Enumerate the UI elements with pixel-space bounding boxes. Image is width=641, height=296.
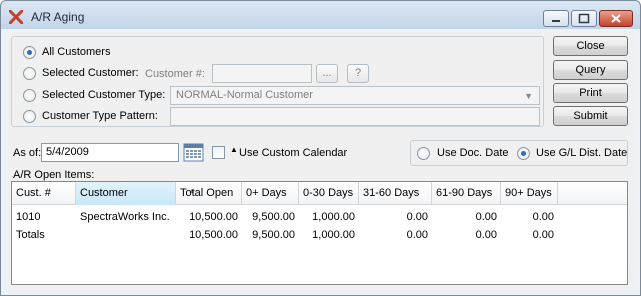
client-area: All Customers Selected Customer: Custome… <box>7 31 634 290</box>
customer-type-pattern-radio[interactable] <box>23 110 36 123</box>
minimize-icon <box>552 20 560 22</box>
app-x-icon <box>9 10 23 24</box>
as-of-date-input[interactable]: 5/4/2009 <box>41 143 179 162</box>
column-header-90-plus-days[interactable]: 90+ Days <box>501 182 558 205</box>
customer-type-combo[interactable]: NORMAL-Normal Customer ▼ <box>170 86 540 105</box>
cell-31-60-days: 0.00 <box>406 211 428 223</box>
use-gl-dist-date-label: Use G/L Dist. Date <box>536 147 628 159</box>
customer-type-pattern-label: Customer Type Pattern: <box>42 110 158 122</box>
ar-aging-window: A/R Aging All Customers Selected Custome… <box>0 0 641 296</box>
cell-90-plus-days: 0.00 <box>532 211 554 223</box>
cell-0-30-days: 1,000.00 <box>312 229 355 241</box>
table-header: Cust. # ▲ Customer Total Open 0+ Days 0-… <box>12 182 627 205</box>
customer-lookup-button[interactable]: ... <box>316 64 338 83</box>
all-customers-radio[interactable] <box>23 46 36 59</box>
use-doc-date-radio[interactable] <box>417 147 430 160</box>
cell-0-plus-days: 9,500.00 <box>252 211 295 223</box>
close-icon <box>611 14 621 23</box>
cell-0-plus-days: 9,500.00 <box>252 229 295 241</box>
caret-up-icon: ▲ <box>230 145 238 154</box>
cell-customer: SpectraWorks Inc. <box>80 211 170 223</box>
cell-90-plus-days: 0.00 <box>532 229 554 241</box>
column-header-customer-label: Customer <box>80 187 128 199</box>
use-gl-dist-date-radio[interactable] <box>517 147 530 160</box>
selected-customer-type-label: Selected Customer Type: <box>42 89 166 101</box>
use-doc-date-label: Use Doc. Date <box>437 147 509 159</box>
column-header-0-plus-days[interactable]: 0+ Days <box>242 182 299 205</box>
cell-total-open: 10,500.00 <box>189 229 238 241</box>
dropdown-arrow-icon: ▼ <box>524 91 533 101</box>
use-custom-calendar-label: Use Custom Calendar <box>239 147 348 159</box>
calendar-icon[interactable] <box>183 142 204 163</box>
open-items-table[interactable]: Cust. # ▲ Customer Total Open 0+ Days 0-… <box>11 181 628 285</box>
totals-row[interactable]: Totals 10,500.00 9,500.00 1,000.00 0.00 … <box>12 226 627 244</box>
maximize-button[interactable] <box>571 10 597 27</box>
selected-customer-radio[interactable] <box>23 67 36 80</box>
as-of-label: As of: <box>13 147 42 159</box>
customer-number-label: Customer #: <box>145 68 205 80</box>
column-header-cust-number[interactable]: Cust. # <box>12 182 76 205</box>
customer-number-field[interactable] <box>212 64 312 83</box>
date-basis-group: Use Doc. Date Use G/L Dist. Date <box>410 140 628 166</box>
minimize-button[interactable] <box>543 10 569 27</box>
maximize-icon <box>578 13 590 24</box>
title-bar: A/R Aging <box>1 1 640 31</box>
selected-customer-type-radio[interactable] <box>23 89 36 102</box>
customer-help-button[interactable]: ? <box>347 64 369 83</box>
cell-total-open: 10,500.00 <box>189 211 238 223</box>
query-button[interactable]: Query <box>553 60 628 80</box>
column-header-total-open[interactable]: Total Open <box>176 182 242 205</box>
customer-type-value: NORMAL-Normal Customer <box>176 89 313 101</box>
customer-selection-group: All Customers Selected Customer: Custome… <box>11 36 544 127</box>
cell-0-30-days: 1,000.00 <box>312 211 355 223</box>
selected-customer-label: Selected Customer: <box>42 67 139 79</box>
column-header-61-90-days[interactable]: 61-90 Days <box>432 182 501 205</box>
customer-type-pattern-field[interactable] <box>170 107 540 126</box>
cell-31-60-days: 0.00 <box>406 229 428 241</box>
submit-button[interactable]: Submit <box>553 106 628 126</box>
print-button[interactable]: Print <box>553 83 628 103</box>
cell-totals-label: Totals <box>16 229 45 241</box>
all-customers-label: All Customers <box>42 46 111 58</box>
cell-customer <box>76 226 176 244</box>
cell-61-90-days: 0.00 <box>475 211 497 223</box>
table-row[interactable]: 1010 SpectraWorks Inc. 10,500.00 9,500.0… <box>12 208 627 226</box>
window-title: A/R Aging <box>31 10 85 24</box>
open-items-label: A/R Open Items: <box>13 169 95 181</box>
cell-cust-number: 1010 <box>16 211 41 223</box>
close-button[interactable]: Close <box>553 36 628 56</box>
column-header-31-60-days[interactable]: 31-60 Days <box>359 182 432 205</box>
column-header-0-30-days[interactable]: 0-30 Days <box>299 182 359 205</box>
use-custom-calendar-checkbox[interactable] <box>212 146 225 159</box>
close-window-button[interactable] <box>599 10 633 27</box>
cell-61-90-days: 0.00 <box>475 229 497 241</box>
column-header-customer[interactable]: ▲ Customer <box>76 182 196 205</box>
